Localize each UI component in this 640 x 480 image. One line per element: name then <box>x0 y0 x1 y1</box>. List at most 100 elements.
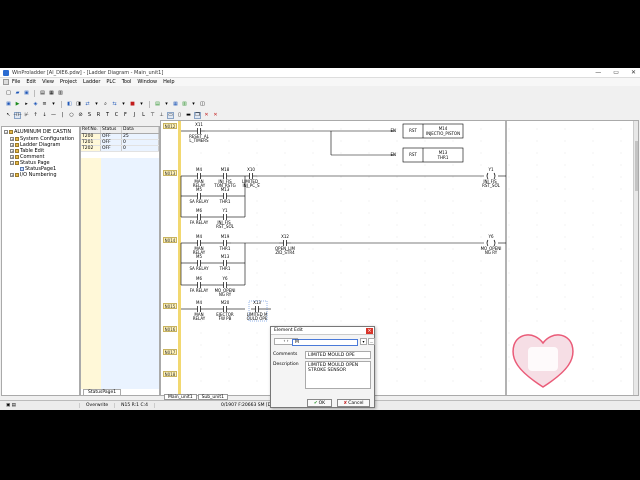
coil-icon[interactable]: ○ <box>68 112 75 119</box>
comments-field[interactable]: LIMITED MOULD OPE <box>305 351 371 359</box>
monitor-icon[interactable]: ▣ <box>5 101 12 108</box>
column-ref-no[interactable]: Ref.No. <box>81 127 101 133</box>
menu-ladder[interactable]: Ladder <box>83 79 100 85</box>
menu-window[interactable]: Window <box>137 79 157 85</box>
preview-icon[interactable]: ▦ <box>48 90 55 97</box>
cell-status[interactable]: OFF <box>101 146 122 151</box>
menu-tool[interactable]: Tool <box>122 79 132 85</box>
dropdown-icon[interactable]: ▾ <box>190 101 197 108</box>
vertical-scrollbar[interactable] <box>633 121 638 395</box>
maximize-button[interactable]: ▭ <box>613 69 619 76</box>
properties-icon[interactable]: ▥ <box>57 90 64 97</box>
description-field[interactable]: LIMITED MOULD OPEN STROKE SENSOR <box>305 361 371 389</box>
cell-data[interactable]: 25 <box>122 134 159 139</box>
hline-icon[interactable]: — <box>50 112 57 119</box>
tool-icon[interactable]: ◫ <box>199 101 206 108</box>
replace-icon[interactable]: ⇆ <box>111 101 118 108</box>
dialog-close-button[interactable]: × <box>366 328 373 334</box>
chart-icon[interactable]: ▥ <box>181 101 188 108</box>
menu-file[interactable]: File <box>12 79 20 85</box>
cut-icon[interactable]: ✕ <box>212 112 219 119</box>
menu-plc[interactable]: PLC <box>106 79 115 85</box>
label-icon[interactable]: L <box>140 112 147 119</box>
copy-icon[interactable]: ❐ <box>194 111 201 119</box>
dropdown-icon[interactable]: ▾ <box>163 101 170 108</box>
collapse-icon[interactable]: − <box>4 130 8 134</box>
cancel-button[interactable]: ✘ Cancel <box>337 399 370 407</box>
tab-status-page-1[interactable]: StatusPage1 <box>83 389 122 396</box>
jump-icon[interactable]: J <box>131 112 138 119</box>
dropdown-icon[interactable]: ▾ <box>360 338 367 345</box>
scroll-thumb[interactable] <box>635 141 638 191</box>
dropdown-icon[interactable]: ▾ <box>93 101 100 108</box>
cell-status[interactable]: OFF <box>101 140 122 145</box>
cell-ref[interactable]: T200 <box>81 134 101 139</box>
menu-help[interactable]: Help <box>163 79 174 85</box>
cell-data[interactable]: 0 <box>122 140 159 145</box>
run-icon[interactable]: ▶ <box>14 101 21 108</box>
delete-icon[interactable]: ✕ <box>203 112 210 119</box>
expand-icon[interactable]: + <box>10 155 14 159</box>
status-page-icon[interactable]: ▤ <box>154 101 161 108</box>
browse-icon[interactable]: … <box>368 338 375 345</box>
collapse-icon[interactable]: − <box>10 161 14 165</box>
grid-dot <box>452 176 454 178</box>
table-row[interactable]: T202 OFF 0 <box>81 146 159 152</box>
column-status[interactable]: Status <box>101 127 122 133</box>
down-edge-icon[interactable]: ↓ <box>41 112 48 119</box>
ok-button[interactable]: ✔ OK <box>307 399 332 407</box>
expand-icon[interactable]: + <box>10 173 14 177</box>
write-icon[interactable]: ◨ <box>75 101 82 108</box>
find-icon[interactable]: ⌕ <box>102 101 109 108</box>
grid-dot <box>452 320 454 322</box>
new-file-icon[interactable]: □ <box>5 90 12 97</box>
connect-icon[interactable]: ⊥ <box>158 112 165 119</box>
close-button[interactable]: ✕ <box>631 69 636 76</box>
expand-icon[interactable]: + <box>10 137 14 141</box>
element-reference-input[interactable]: M <box>292 339 358 346</box>
empty-table-area[interactable] <box>81 158 159 389</box>
expand-icon[interactable]: + <box>10 149 14 153</box>
open-folder-icon[interactable]: ▰ <box>14 90 21 97</box>
insert-col-icon[interactable]: ▯ <box>176 112 183 119</box>
cell-status[interactable]: OFF <box>101 134 122 139</box>
dropdown-icon[interactable]: ▾ <box>120 101 127 108</box>
column-data[interactable]: Data <box>122 127 159 133</box>
list-icon[interactable]: ≡ <box>41 101 48 108</box>
online-icon[interactable]: ◈ <box>32 101 39 108</box>
expand-icon[interactable]: + <box>10 143 14 147</box>
function-icon[interactable]: F <box>122 112 129 119</box>
insert-row-icon[interactable]: ▭ <box>167 111 174 119</box>
delete-row-icon[interactable]: ▬ <box>185 112 192 119</box>
contact-nc-icon[interactable]: ⊬ <box>23 112 30 119</box>
table-icon[interactable]: ▦ <box>172 101 179 108</box>
print-icon[interactable]: ▤ <box>39 90 46 97</box>
menu-view[interactable]: View <box>42 79 54 85</box>
cell-ref[interactable]: T202 <box>81 146 101 151</box>
counter-icon[interactable]: C <box>113 112 120 119</box>
stop-icon[interactable]: ■ <box>129 101 136 108</box>
vline-icon[interactable]: | <box>59 112 66 119</box>
cell-data[interactable]: 0 <box>122 146 159 151</box>
step-icon[interactable]: ▸ <box>23 101 30 108</box>
dropdown-icon[interactable]: ▾ <box>50 101 57 108</box>
save-icon[interactable]: ▣ <box>23 90 30 97</box>
menu-project[interactable]: Project <box>60 79 77 85</box>
tree-item-io-numbering[interactable]: + I/O Numbering <box>10 172 57 178</box>
set-icon[interactable]: S <box>86 112 93 119</box>
compare-icon[interactable]: ⇄ <box>84 101 91 108</box>
branch-icon[interactable]: ⊤ <box>149 112 156 119</box>
not-coil-icon[interactable]: ⊘ <box>77 112 84 119</box>
reset-icon[interactable]: R <box>95 112 102 119</box>
timer-icon[interactable]: T <box>104 112 111 119</box>
tree-root[interactable]: − ALUMINUM DIE CASTIN <box>4 129 71 135</box>
grid-dot <box>228 332 230 334</box>
menu-edit[interactable]: Edit <box>26 79 36 85</box>
minimize-button[interactable]: — <box>595 69 601 76</box>
pointer-icon[interactable]: ↖ <box>5 112 12 119</box>
dropdown-icon[interactable]: ▾ <box>138 101 145 108</box>
up-edge-icon[interactable]: ↑ <box>32 112 39 119</box>
contact-no-icon[interactable]: ⊣⊢ <box>13 111 22 119</box>
cell-ref[interactable]: T201 <box>81 140 101 145</box>
read-icon[interactable]: ◧ <box>66 101 73 108</box>
